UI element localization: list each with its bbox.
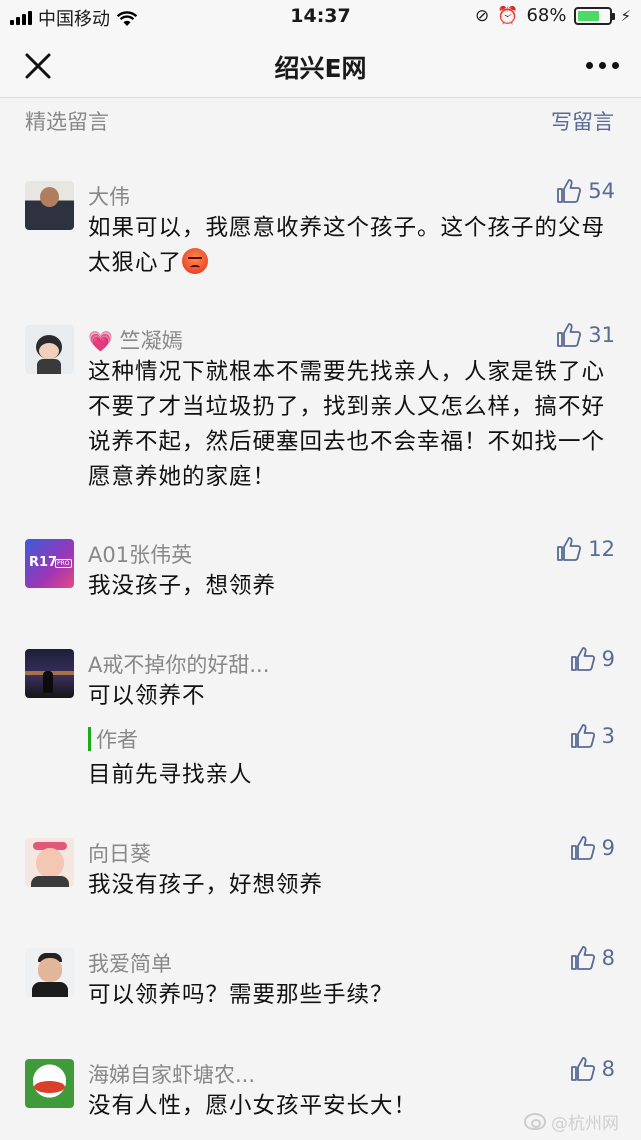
- thumbs-up-icon: [570, 1057, 595, 1081]
- like-button[interactable]: 54: [556, 178, 615, 204]
- angry-face-icon: [182, 248, 209, 274]
- comment-author[interactable]: 💗 竺凝嫣: [88, 325, 183, 355]
- like-button[interactable]: 8: [570, 945, 615, 971]
- charging-icon: ⚡: [620, 6, 631, 25]
- weibo-logo-icon: [524, 1113, 546, 1130]
- avatar[interactable]: [25, 181, 74, 230]
- avatar-badge: PRO: [55, 559, 72, 568]
- avatar[interactable]: [25, 1059, 74, 1108]
- avatar-text: R17: [29, 555, 58, 570]
- author-reply-text: 目前先寻找亲人: [88, 762, 253, 788]
- comment-text: 我没孩子，想领养: [88, 573, 277, 599]
- comment-author[interactable]: A戒不掉你的好甜...: [88, 649, 269, 679]
- thumbs-up-icon: [570, 724, 595, 748]
- battery-fill: [578, 10, 599, 21]
- alarm-icon: ⏰: [497, 5, 519, 26]
- page-title: 绍兴E网: [274, 54, 367, 83]
- like-count: 9: [601, 836, 615, 860]
- author-reply-bar: [88, 727, 91, 751]
- heart-icon: 💗: [88, 329, 113, 353]
- featured-comments-header: 精选留言 写留言: [0, 98, 641, 144]
- battery-icon: [574, 6, 616, 25]
- author-reply-label: 作者: [96, 728, 138, 752]
- comment-author[interactable]: 海娣自家虾塘农...: [88, 1059, 255, 1089]
- more-icon[interactable]: [586, 62, 619, 69]
- reply-like-button[interactable]: 3: [570, 723, 615, 749]
- like-count: 9: [601, 647, 615, 671]
- thumbs-up-icon: [570, 946, 595, 970]
- thumbs-up-icon: [557, 179, 582, 203]
- thumbs-up-icon: [570, 647, 595, 671]
- like-count: 8: [601, 946, 615, 970]
- battery-percent: 68%: [526, 5, 567, 26]
- avatar[interactable]: [25, 948, 74, 997]
- like-button[interactable]: 8: [570, 1056, 615, 1082]
- comment-text: 可以领养不: [88, 683, 206, 709]
- like-count: 12: [588, 537, 615, 561]
- thumbs-up-icon: [557, 323, 582, 347]
- like-count: 54: [588, 179, 615, 203]
- comment-text: 这种情况下就根本不需要先找亲人，人家是铁了心不要了才当垃圾扔了，找到亲人又怎么样…: [88, 359, 606, 490]
- avatar[interactable]: [25, 649, 74, 698]
- watermark: @杭州网: [524, 1109, 619, 1134]
- like-button[interactable]: 9: [570, 646, 615, 672]
- thumbs-up-icon: [557, 537, 582, 561]
- like-count: 3: [601, 724, 615, 748]
- like-button[interactable]: 12: [556, 536, 615, 562]
- comment-author[interactable]: 向日葵: [88, 838, 151, 868]
- rotation-lock-icon: ⊘: [475, 5, 490, 26]
- thumbs-up-icon: [570, 836, 595, 860]
- avatar[interactable]: R17 PRO: [25, 539, 74, 588]
- nav-bar: 绍兴E网: [0, 34, 641, 98]
- comment-author[interactable]: 我爱简单: [88, 948, 172, 978]
- comment-text: 我没有孩子，好想领养: [88, 872, 324, 898]
- comment-author[interactable]: 大伟: [88, 181, 130, 211]
- like-count: 8: [601, 1057, 615, 1081]
- status-right: ⊘ ⏰ 68% ⚡: [475, 5, 631, 26]
- comment-author[interactable]: A01张伟英: [88, 539, 192, 569]
- avatar[interactable]: [25, 325, 74, 374]
- like-button[interactable]: 9: [570, 835, 615, 861]
- like-button[interactable]: 31: [556, 322, 615, 348]
- write-comment-link[interactable]: 写留言: [551, 106, 614, 136]
- section-title: 精选留言: [25, 110, 109, 134]
- comment-text: 可以领养吗？需要那些手续？: [88, 982, 394, 1008]
- avatar[interactable]: [25, 838, 74, 887]
- status-bar: 中国移动 14:37 ⊘ ⏰ 68% ⚡: [0, 0, 641, 34]
- like-count: 31: [588, 323, 615, 347]
- watermark-text: @杭州网: [551, 1114, 619, 1134]
- comment-text: 如果可以，我愿意收养这个孩子。这个孩子的父母太狠心了: [88, 215, 606, 276]
